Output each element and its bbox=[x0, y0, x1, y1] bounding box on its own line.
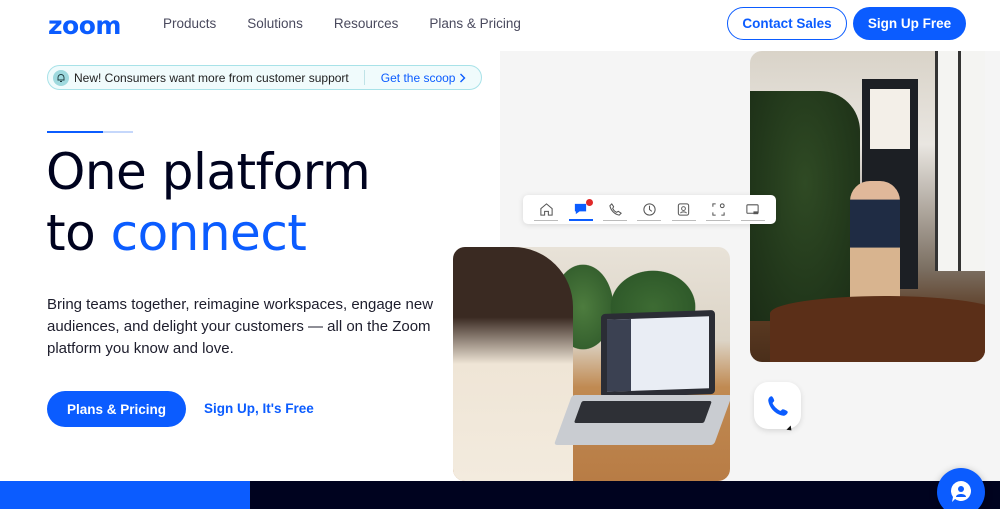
toolbar-contacts[interactable] bbox=[671, 199, 696, 221]
hero-photo-meeting bbox=[750, 51, 985, 362]
chat-agent-icon bbox=[951, 481, 971, 502]
support-chat-button[interactable] bbox=[937, 468, 985, 509]
announcement-banner[interactable]: New! Consumers want more from customer s… bbox=[47, 65, 482, 90]
headline-accent: connect bbox=[110, 204, 307, 262]
contacts-icon bbox=[678, 202, 690, 216]
home-icon bbox=[540, 202, 553, 216]
zoom-homepage: zoom Products Solutions Resources Plans … bbox=[0, 0, 1000, 509]
accent-bar bbox=[47, 131, 133, 133]
get-the-scoop-label: Get the scoop bbox=[380, 70, 456, 85]
main-nav: Products Solutions Resources Plans & Pri… bbox=[163, 16, 552, 31]
contact-sales-button[interactable]: Contact Sales bbox=[727, 7, 847, 40]
bottom-strip-blue bbox=[0, 481, 250, 509]
sign-up-free-button[interactable]: Sign Up Free bbox=[853, 7, 966, 40]
headline-line1: One platform bbox=[46, 143, 371, 201]
phone-app-bubble[interactable] bbox=[754, 382, 801, 429]
announcement-text: New! Consumers want more from customer s… bbox=[74, 70, 349, 85]
toolbar-whiteboard[interactable] bbox=[706, 199, 731, 221]
photo-laptop bbox=[601, 310, 715, 398]
whiteboard-icon bbox=[712, 202, 725, 216]
hero-photo-laptop bbox=[453, 247, 730, 481]
photo-person bbox=[453, 247, 573, 481]
get-the-scoop-link[interactable]: Get the scoop bbox=[381, 71, 467, 85]
app-toolbar bbox=[523, 195, 776, 224]
hero-headline: One platform to connect bbox=[46, 142, 371, 264]
nav-solutions[interactable]: Solutions bbox=[247, 16, 303, 31]
phone-icon bbox=[608, 202, 622, 216]
photo-table bbox=[770, 296, 985, 362]
screen-share-icon bbox=[746, 203, 759, 214]
chevron-right-icon bbox=[460, 73, 466, 82]
toolbar-home[interactable] bbox=[534, 199, 559, 221]
bell-icon bbox=[53, 69, 69, 86]
photo-presenter bbox=[850, 181, 900, 301]
clock-icon bbox=[643, 202, 656, 216]
bottom-strip-dark bbox=[250, 481, 1000, 509]
toolbar-clock[interactable] bbox=[637, 199, 662, 221]
nav-plans-pricing[interactable]: Plans & Pricing bbox=[429, 16, 521, 31]
plans-pricing-button[interactable]: Plans & Pricing bbox=[47, 391, 186, 427]
divider bbox=[363, 70, 365, 85]
nav-products[interactable]: Products bbox=[163, 16, 216, 31]
hero-subtext: Bring teams together, reimagine workspac… bbox=[47, 296, 434, 357]
headline-line2-prefix: to bbox=[46, 204, 111, 262]
photo-window bbox=[935, 51, 985, 271]
toolbar-screen-share[interactable] bbox=[740, 199, 765, 221]
photo-keyboard bbox=[553, 395, 730, 445]
toolbar-phone[interactable] bbox=[603, 199, 628, 221]
zoom-logo[interactable]: zoom bbox=[48, 11, 121, 40]
notification-badge bbox=[585, 198, 593, 206]
nav-resources[interactable]: Resources bbox=[334, 16, 399, 31]
phone-icon bbox=[767, 395, 788, 416]
toolbar-chat[interactable] bbox=[568, 198, 593, 221]
sign-up-free-link[interactable]: Sign Up, It's Free bbox=[204, 401, 314, 416]
